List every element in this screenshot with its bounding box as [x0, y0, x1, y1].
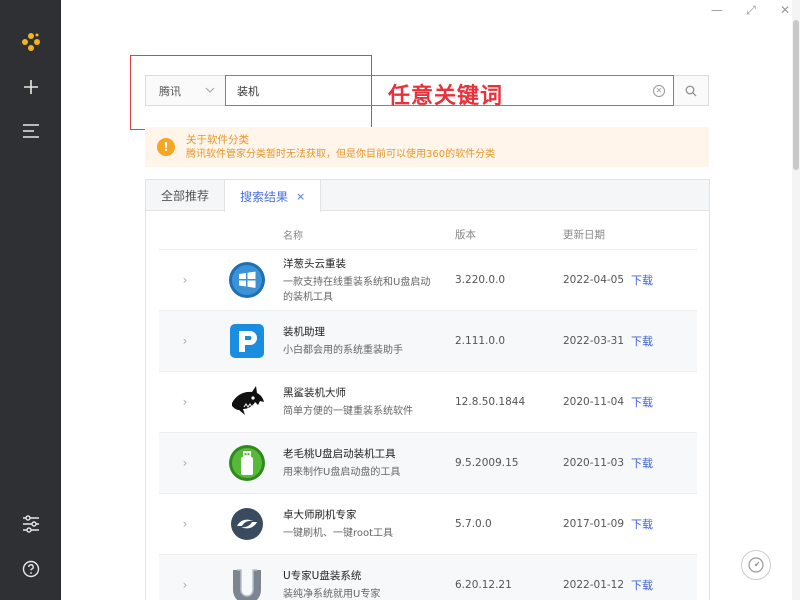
- app-desc: 装纯净系统就用U专家: [283, 589, 381, 600]
- app-name: 洋葱头云重装: [283, 257, 346, 270]
- restore-button[interactable]: ⤢: [744, 3, 758, 17]
- tab-label: 全部推荐: [161, 189, 210, 203]
- app-name: 老毛桃U盘启动装机工具: [283, 448, 396, 460]
- results-table: 名称 版本 更新日期 › 洋葱头云重装 一款支持在线重装系统和U盘启动 的装机工具…: [159, 220, 697, 600]
- gauge-icon: [748, 557, 764, 573]
- app-version: 6.20.12.21: [455, 579, 512, 591]
- notice-banner: ! 关于软件分类 腾讯软件管家分类暂时无法获取，但是你目前可以使用360的软件分…: [145, 127, 709, 167]
- notice-message: 腾讯软件管家分类暂时无法获取，但是你目前可以使用360的软件分类: [186, 149, 496, 160]
- minimize-button[interactable]: —: [710, 3, 724, 17]
- close-tab-icon[interactable]: ×: [296, 190, 305, 203]
- help-icon[interactable]: [0, 560, 61, 578]
- add-icon[interactable]: [0, 78, 61, 96]
- app-name: 装机助理: [283, 326, 325, 338]
- app-date: 2020-11-04: [563, 396, 625, 408]
- download-link[interactable]: 下载: [627, 577, 697, 593]
- warning-icon: !: [157, 138, 175, 156]
- expand-chevron-icon[interactable]: ›: [159, 273, 211, 287]
- app-name: 黑鲨装机大师: [283, 387, 346, 399]
- app-version: 5.7.0.0: [455, 518, 492, 530]
- download-link[interactable]: 下载: [627, 333, 697, 349]
- table-row[interactable]: › U专家U盘装系统 装纯净系统就用U专家 6.20.12.21 2022-01…: [159, 555, 697, 600]
- table-row[interactable]: › 卓大师刷机专家 一键刷机、一键root工具 5.7.0.0 2017-01-…: [159, 494, 697, 555]
- search-icon: [685, 85, 696, 96]
- notice-title: 关于软件分类: [186, 134, 249, 146]
- app-version: 9.5.2009.15: [455, 457, 519, 469]
- table-row[interactable]: › 老毛桃U盘启动装机工具 用来制作U盘启动盘的工具 9.5.2009.15 2…: [159, 433, 697, 494]
- app-version: 3.220.0.0: [455, 274, 506, 286]
- app-date: 2017-01-09: [563, 518, 625, 530]
- tab-bar: 全部推荐 搜索结果 ×: [146, 180, 709, 212]
- app-desc: 一键刷机、一键root工具: [283, 528, 394, 539]
- annotation-text: 任意关键词: [388, 84, 504, 109]
- expand-chevron-icon[interactable]: ›: [159, 456, 211, 470]
- app-version: 12.8.50.1844: [455, 396, 526, 408]
- tab-all-recommended[interactable]: 全部推荐: [146, 180, 224, 211]
- p-logo-icon: [211, 322, 283, 360]
- table-row[interactable]: › 洋葱头云重装 一款支持在线重装系统和U盘启动 的装机工具 3.220.0.0 …: [159, 250, 697, 311]
- tab-label: 搜索结果: [240, 189, 289, 204]
- download-link[interactable]: 下载: [627, 394, 697, 410]
- app-version: 2.111.0.0: [455, 335, 506, 347]
- app-desc: 简单方便的一键重装系统软件: [283, 406, 413, 417]
- header-version: 版本: [455, 229, 476, 241]
- expand-chevron-icon[interactable]: ›: [159, 578, 211, 592]
- tab-search-results[interactable]: 搜索结果 ×: [224, 180, 322, 212]
- app-date: 2022-04-05: [563, 274, 625, 286]
- app-date: 2022-01-12: [563, 579, 625, 591]
- scrollbar-thumb[interactable]: [793, 20, 799, 170]
- results-panel: 全部推荐 搜索结果 × 名称 版本 更新日期 › 洋葱头云重装 一款支持在线重装…: [145, 179, 710, 600]
- menu-icon[interactable]: [0, 123, 61, 139]
- app-name: 卓大师刷机专家: [283, 509, 357, 521]
- annotation-box: [130, 55, 372, 130]
- clear-search-icon[interactable]: ✕: [653, 84, 665, 97]
- speed-gauge-button[interactable]: [741, 550, 771, 580]
- download-link[interactable]: 下载: [627, 272, 697, 288]
- app-name: U专家U盘装系统: [283, 570, 362, 582]
- app-date: 2020-11-03: [563, 457, 625, 469]
- swirl-logo-icon: [211, 506, 283, 542]
- scrollbar[interactable]: [792, 0, 800, 600]
- settings-sliders-icon[interactable]: [0, 515, 61, 533]
- app-desc: 用来制作U盘启动盘的工具: [283, 467, 401, 478]
- table-header: 名称 版本 更新日期: [159, 220, 697, 250]
- app-desc: 一款支持在线重装系统和U盘启动 的装机工具: [283, 276, 431, 303]
- header-date: 更新日期: [563, 229, 605, 241]
- expand-chevron-icon[interactable]: ›: [159, 395, 211, 409]
- expand-chevron-icon[interactable]: ›: [159, 517, 211, 531]
- window-controls: — ⤢ ✕: [710, 3, 792, 18]
- search-button[interactable]: [673, 75, 709, 106]
- left-rail: [0, 0, 61, 600]
- table-row[interactable]: › 装机助理 小白都会用的系统重装助手 2.111.0.0 2022-03-31…: [159, 311, 697, 372]
- header-name: 名称: [283, 231, 303, 242]
- table-row[interactable]: › 黑鲨装机大师 简单方便的一键重装系统软件 12.8.50.1844 2020…: [159, 372, 697, 433]
- shark-logo-icon: [211, 383, 283, 421]
- app-date: 2022-03-31: [563, 335, 625, 347]
- usb-drive-icon: [211, 444, 283, 482]
- download-link[interactable]: 下载: [627, 455, 697, 471]
- close-button[interactable]: ✕: [778, 3, 792, 17]
- windows-logo-icon: [211, 261, 283, 299]
- app-logo-icon: [0, 32, 61, 52]
- download-link[interactable]: 下载: [627, 516, 697, 532]
- app-desc: 小白都会用的系统重装助手: [283, 345, 403, 356]
- u-logo-icon: [211, 566, 283, 600]
- expand-chevron-icon[interactable]: ›: [159, 334, 211, 348]
